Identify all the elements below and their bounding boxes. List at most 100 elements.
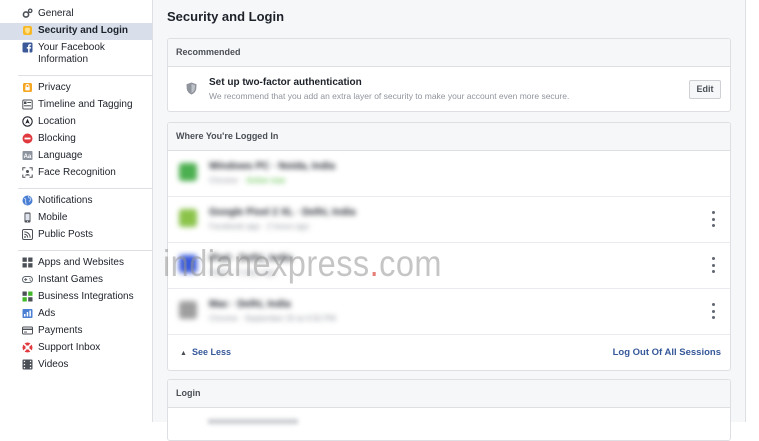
timeline-icon [22, 99, 33, 110]
two-factor-row: Set up two-factor authentication We reco… [168, 67, 730, 111]
session-device-location: iPad · Delhi, India [209, 253, 293, 264]
mobile-icon [22, 212, 33, 223]
sidebar-item-label: Support Inbox [38, 342, 101, 353]
login-card: Login [167, 379, 731, 441]
two-factor-description: We recommend that you add an extra layer… [209, 91, 570, 101]
sidebar-item-label: General [38, 8, 74, 19]
sidebar-item-label: Notifications [38, 195, 93, 206]
sidebar-item-security-and-login[interactable]: Security and Login [0, 23, 152, 40]
sidebar-item-label: Timeline and Tagging [38, 99, 133, 110]
svg-text:Aa: Aa [24, 154, 32, 160]
sidebar-item-label: Language [38, 150, 83, 161]
session-meta: Safari · 5 days ago [209, 268, 276, 277]
sidebar-item-business-integrations[interactable]: Business Integrations [0, 289, 152, 306]
sessions-footer: ▲ See Less Log Out Of All Sessions [168, 334, 730, 370]
sidebar-item-label: Ads [38, 308, 56, 319]
lifebuoy-icon [22, 342, 33, 353]
settings-main: Security and Login Recommended Set up tw… [152, 0, 746, 441]
edit-two-factor-button[interactable]: Edit [689, 80, 721, 99]
sidebar-item-support-inbox[interactable]: Support Inbox [0, 340, 152, 357]
sidebar-item-language[interactable]: Aa Language [0, 148, 152, 165]
sidebar-item-label: Location [38, 116, 76, 127]
sidebar-item-face-recognition[interactable]: Face Recognition [0, 165, 152, 182]
recommended-card: Recommended Set up two-factor authentica… [167, 38, 731, 112]
device-icon [179, 255, 197, 273]
sessions-header: Where You're Logged In [168, 123, 730, 151]
sidebar-group: Apps and Websites Instant Games Business I… [18, 251, 152, 380]
shield-icon [186, 82, 197, 100]
sidebar-item-instant-games[interactable]: Instant Games [0, 272, 152, 289]
recommended-header: Recommended [168, 39, 730, 67]
login-header: Login [168, 380, 730, 408]
sidebar-item-label: Public Posts [38, 229, 94, 240]
settings-sidebar: General Security and Login Your Facebook I… [0, 0, 152, 422]
sidebar-item-your-facebook-information[interactable]: Your Facebook Information [0, 40, 152, 69]
gear-icon [22, 8, 33, 19]
session-device-location: Windows PC · Noida, India [209, 161, 336, 172]
session-meta-text: Chrome · September 20 at 4:50 PM [209, 314, 336, 323]
session-options-icon[interactable] [710, 211, 716, 227]
session-meta-text: Safari · 5 days ago [209, 268, 277, 277]
language-icon: Aa [22, 150, 33, 161]
sidebar-item-label: Payments [38, 325, 83, 336]
rss-icon [22, 229, 33, 240]
sidebar-item-public-posts[interactable]: Public Posts [0, 227, 152, 244]
sidebar-item-label: Blocking [38, 133, 76, 144]
session-meta-text: Facebook app · 2 hours ago [209, 222, 310, 231]
video-icon [22, 359, 33, 370]
device-icon [179, 209, 197, 227]
sessions-card: Where You're Logged In Windows PC · Noid… [167, 122, 731, 371]
lock-icon [22, 82, 33, 93]
see-less-label: See Less [191, 347, 231, 357]
page-title: Security and Login [167, 9, 285, 24]
two-factor-title: Set up two-factor authentication [209, 77, 362, 88]
block-icon [22, 133, 33, 144]
session-row: Windows PC · Noida, India Chrome · Active … [168, 151, 730, 196]
session-device-location: Google Pixel 2 XL · Delhi, India [209, 207, 356, 218]
sidebar-item-notifications[interactable]: Notifications [0, 193, 152, 210]
session-meta: Chrome · September 20 at 4:50 PM [209, 314, 336, 323]
session-row: Google Pixel 2 XL · Delhi, India Facebook… [168, 196, 730, 242]
sidebar-item-label: Your Facebook Information [38, 42, 105, 65]
shield-icon [22, 25, 33, 36]
sidebar-item-payments[interactable]: Payments [0, 323, 152, 340]
sidebar-item-videos[interactable]: Videos [0, 357, 152, 374]
session-meta-text: Chrome · [209, 176, 243, 185]
gamepad-icon [22, 274, 33, 285]
session-options-icon[interactable] [710, 257, 716, 273]
globe-icon [22, 195, 33, 206]
session-active-status: Active now [246, 176, 286, 185]
caret-up-icon: ▲ [180, 350, 187, 357]
sidebar-item-label: Business Integrations [38, 291, 134, 302]
sidebar-item-ads[interactable]: Ads [0, 306, 152, 323]
sidebar-item-label: Privacy [38, 82, 71, 93]
sidebar-item-label: Instant Games [38, 274, 104, 285]
session-meta: Chrome · Active now [209, 176, 285, 185]
sidebar-item-apps-and-websites[interactable]: Apps and Websites [0, 255, 152, 272]
session-meta: Facebook app · 2 hours ago [209, 222, 309, 231]
ads-icon [22, 308, 33, 319]
sidebar-item-label: Security and Login [38, 25, 129, 36]
sidebar-item-label: Videos [38, 359, 69, 370]
session-row: Mac · Delhi, India Chrome · September 20 … [168, 288, 730, 334]
face-recognition-icon [22, 167, 33, 178]
session-device-location: Mac · Delhi, India [209, 299, 291, 310]
device-icon [179, 163, 197, 181]
sidebar-item-mobile[interactable]: Mobile [0, 210, 152, 227]
log-out-all-sessions-link[interactable]: Log Out Of All Sessions [613, 347, 721, 358]
sidebar-item-blocking[interactable]: Blocking [0, 131, 152, 148]
sidebar-item-label: Face Recognition [38, 167, 116, 178]
sidebar-item-privacy[interactable]: Privacy [0, 80, 152, 97]
sidebar-item-timeline-and-tagging[interactable]: Timeline and Tagging [0, 97, 152, 114]
session-row: iPad · Delhi, India Safari · 5 days ago [168, 242, 730, 288]
apps-icon [22, 257, 33, 268]
facebook-icon [22, 42, 33, 53]
location-icon [22, 116, 33, 127]
session-options-icon[interactable] [710, 303, 716, 319]
see-less-link[interactable]: ▲ See Less [180, 347, 231, 357]
device-icon [179, 301, 197, 319]
credit-card-icon [22, 325, 33, 336]
sidebar-group: Privacy Timeline and Tagging Location Block… [18, 76, 152, 189]
sidebar-item-location[interactable]: Location [0, 114, 152, 131]
sidebar-item-general[interactable]: General [0, 6, 152, 23]
